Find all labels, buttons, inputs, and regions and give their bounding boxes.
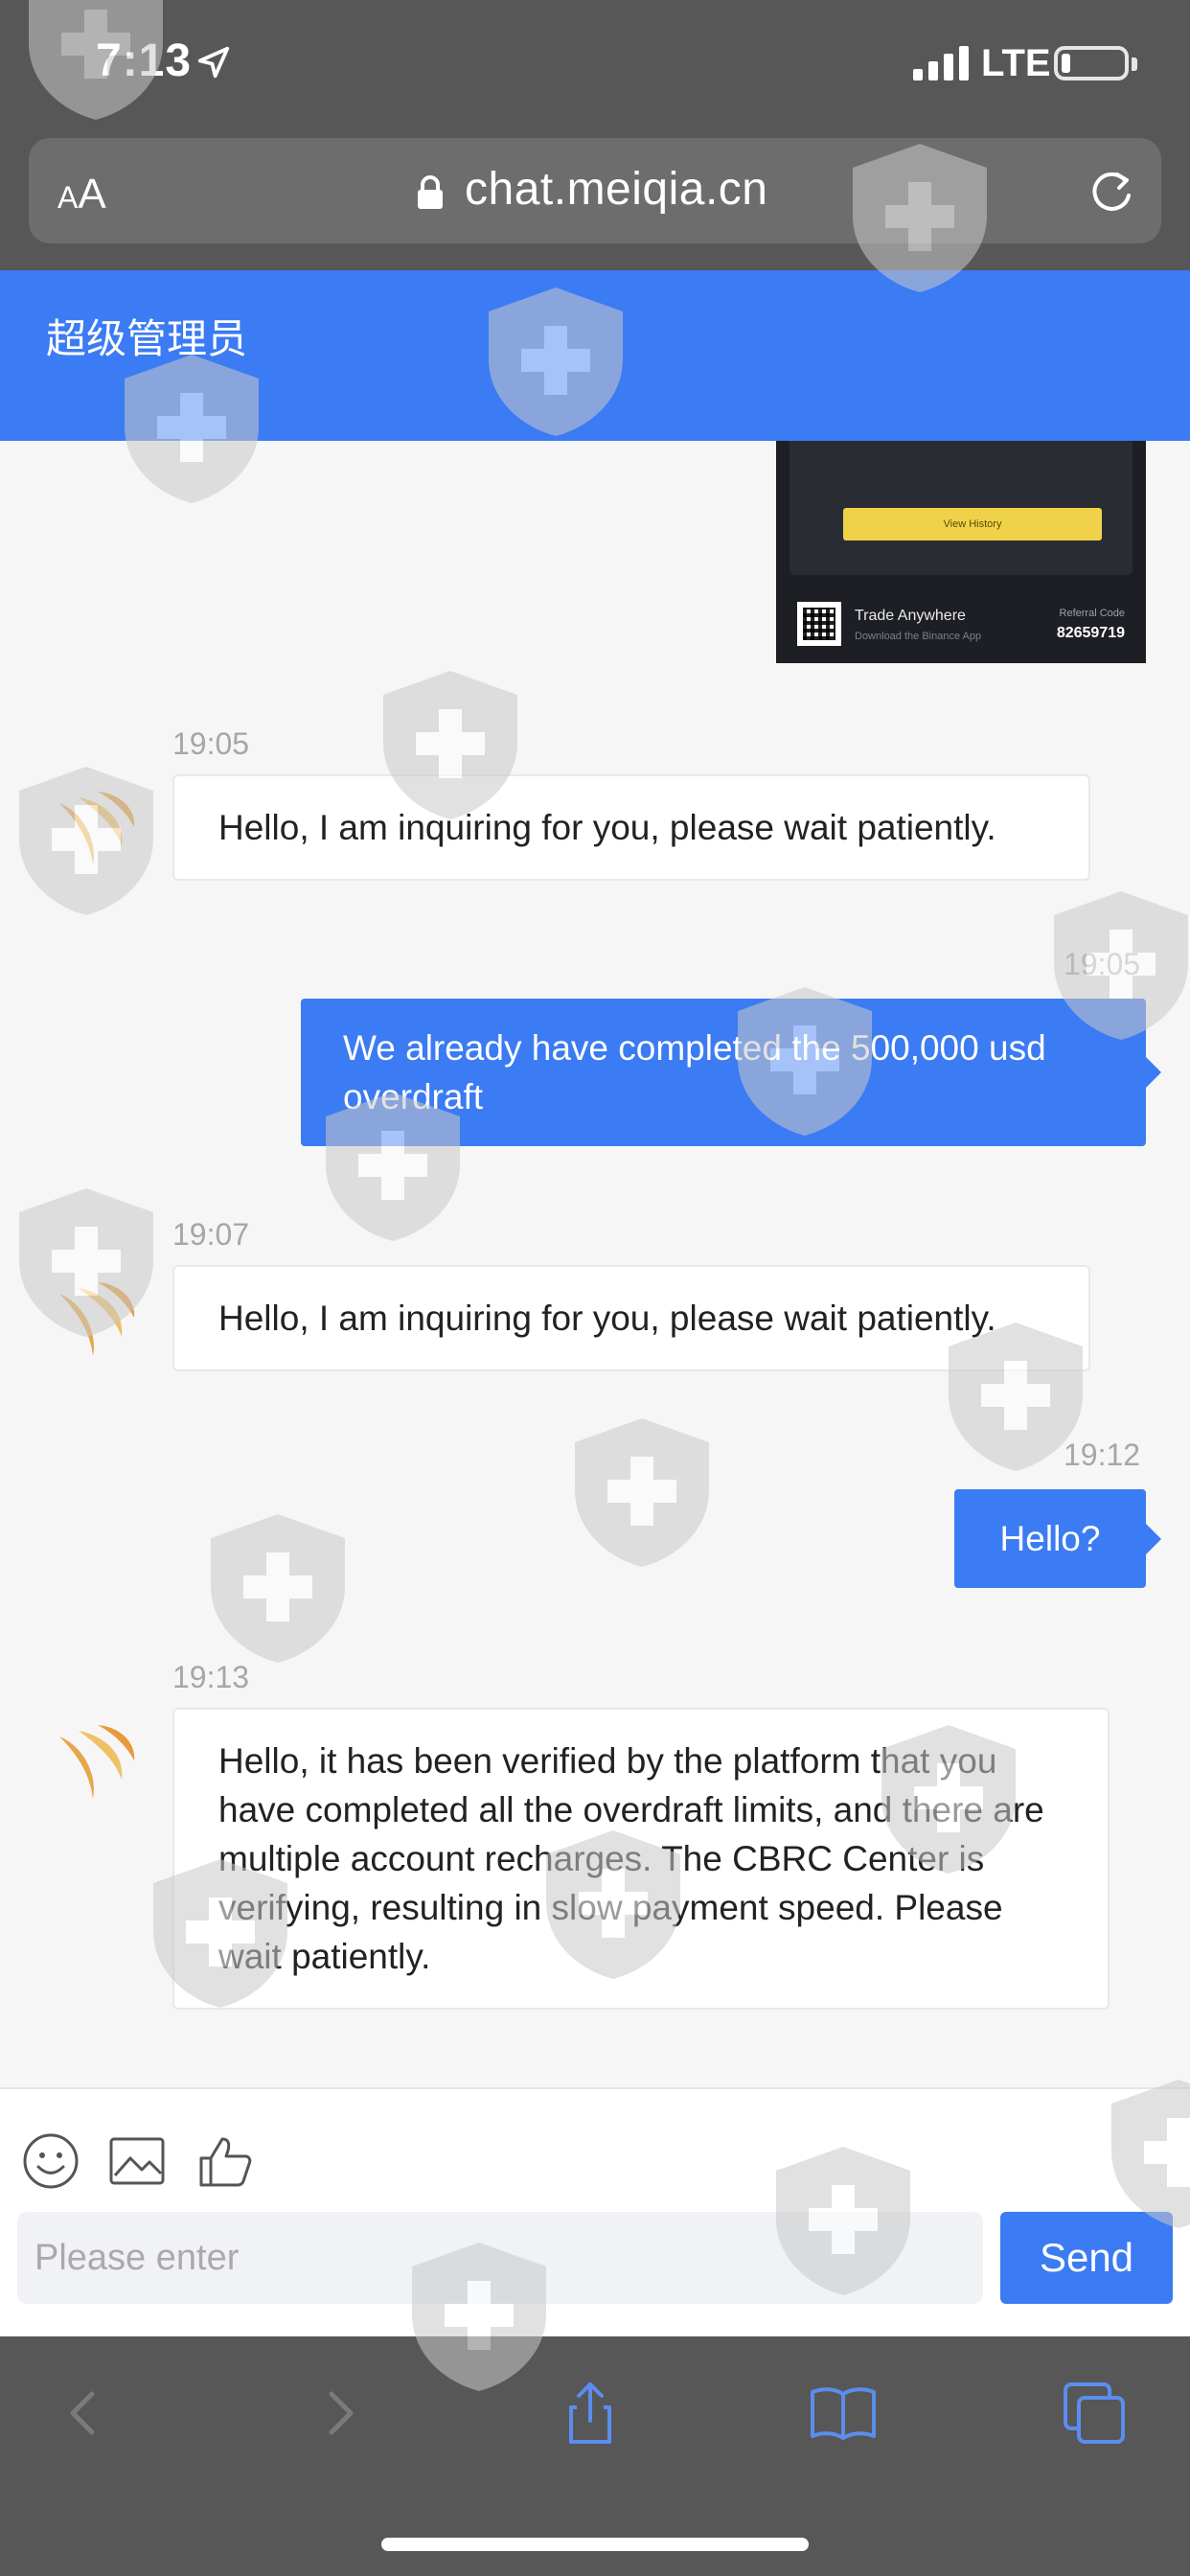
screenshot-panel: View History: [790, 441, 1133, 575]
send-button[interactable]: Send: [1000, 2212, 1173, 2304]
referral-code-label: Referral Code: [1059, 608, 1125, 619]
message-list[interactable]: View History Trade Anywhere Download the…: [0, 441, 1190, 2087]
message-timestamp: 19:13: [172, 1660, 250, 1694]
incoming-message: Hello, it has been verified by the platf…: [172, 1708, 1110, 2010]
emoji-icon[interactable]: [21, 2131, 80, 2191]
url-text[interactable]: chat.meiqia.cn: [465, 163, 768, 216]
status-time: 7:13: [96, 35, 193, 86]
outgoing-message: Hello?: [954, 1489, 1161, 1588]
message-input[interactable]: [17, 2212, 983, 2304]
lock-icon: [418, 175, 443, 209]
image-upload-icon[interactable]: [107, 2131, 167, 2191]
cellular-signal-icon: [913, 46, 969, 80]
incoming-message: Hello, I am inquiring for you, please wa…: [172, 774, 1090, 881]
status-bar: 7:13 LTE: [0, 0, 1190, 134]
forward-icon[interactable]: [301, 2375, 378, 2451]
message-timestamp: 19:05: [1064, 947, 1141, 981]
view-history-label: View History: [843, 508, 1102, 540]
agent-avatar: [59, 1282, 135, 1356]
outgoing-message: We already have completed the 500,000 us…: [301, 999, 1161, 1146]
bookmarks-icon[interactable]: [805, 2375, 881, 2451]
address-bar[interactable]: AA chat.meiqia.cn: [29, 138, 1161, 243]
message-composer: Send: [0, 2087, 1190, 2338]
shared-image-message[interactable]: View History Trade Anywhere Download the…: [776, 441, 1146, 663]
battery-tip: [1132, 58, 1137, 71]
share-icon[interactable]: [552, 2375, 629, 2451]
browser-toolbar: [0, 2336, 1190, 2576]
message-timestamp: 19:12: [1064, 1438, 1141, 1472]
trade-anywhere-label: Trade Anywhere: [855, 608, 966, 624]
chat-header: 超级管理员: [0, 270, 1190, 441]
location-arrow-icon: [197, 46, 230, 79]
incoming-message: Hello, I am inquiring for you, please wa…: [172, 1265, 1090, 1371]
battery-icon: [1054, 46, 1129, 80]
home-indicator: [381, 2538, 809, 2551]
back-icon[interactable]: [46, 2375, 123, 2451]
agent-avatar: [59, 1725, 135, 1799]
tabs-icon[interactable]: [1056, 2375, 1133, 2451]
reload-icon[interactable]: [1087, 167, 1136, 217]
download-app-label: Download the Binance App: [855, 631, 982, 642]
battery-level: [1062, 54, 1070, 73]
message-timestamp: 19:07: [172, 1217, 250, 1252]
qr-code-image: [797, 602, 841, 646]
message-timestamp: 19:05: [172, 726, 250, 761]
chat-title: 超级管理员: [46, 316, 248, 361]
agent-avatar: [59, 792, 135, 865]
referral-code-value: 82659719: [1056, 625, 1125, 641]
thumbs-up-icon[interactable]: [195, 2131, 255, 2191]
carrier-label: LTE: [981, 42, 1051, 84]
text-size-button[interactable]: AA: [57, 171, 106, 218]
